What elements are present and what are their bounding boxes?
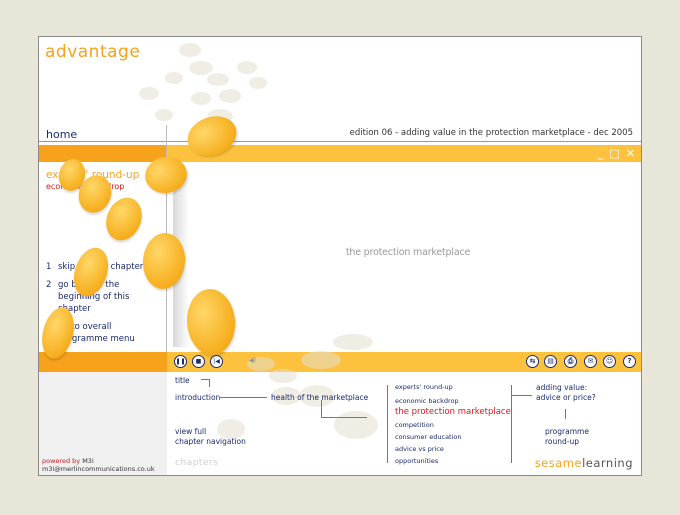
content-title-bar — [167, 145, 641, 162]
decorative-coin — [191, 92, 211, 105]
nav-connector — [209, 379, 210, 387]
pause-button[interactable]: ❚❚ — [174, 355, 187, 368]
view-full-nav-link[interactable]: view full — [175, 427, 206, 436]
help-icon[interactable]: ? — [623, 355, 636, 368]
chapter-advice-vs-price[interactable]: advice vs price — [395, 445, 444, 453]
decorative-coin — [139, 87, 159, 100]
chapter-experts[interactable]: experts' round-up — [395, 383, 453, 391]
nav-connector — [565, 409, 566, 419]
edition-title: edition 06 - adding value in the protect… — [349, 128, 633, 138]
chapter-introduction[interactable]: introduction — [175, 393, 220, 402]
print-icon[interactable]: ⎙ — [564, 355, 577, 368]
chapter-health-marketplace[interactable]: health of the marketplace — [271, 393, 368, 402]
decorative-coin — [165, 72, 183, 84]
chapter-title[interactable]: title — [175, 376, 190, 385]
decorative-coin — [301, 351, 341, 369]
decorative-coin — [269, 369, 297, 383]
minimize-button[interactable]: _ — [598, 147, 604, 160]
home-link[interactable]: home — [46, 128, 77, 141]
decorative-coin — [334, 411, 378, 439]
view-full-nav-link-2[interactable]: chapter navigation — [175, 437, 246, 446]
chapter-adding-value[interactable]: adding value: — [536, 383, 587, 392]
chapters-label: chapters — [175, 458, 219, 468]
chapter-programme-roundup-2[interactable]: round-up — [545, 437, 579, 446]
nav-connector — [219, 397, 267, 398]
email-icon[interactable]: ✉ — [584, 355, 597, 368]
chapter-protection-marketplace[interactable]: the protection marketplace — [395, 407, 511, 417]
contact-email[interactable]: m3i@merlincommunications.co.uk — [42, 465, 155, 473]
nav-connector — [321, 400, 322, 417]
decorative-coin — [247, 357, 275, 371]
nav-connector — [201, 379, 209, 380]
decorative-coin — [189, 61, 213, 75]
stage-heading: the protection marketplace — [345, 247, 471, 258]
app-logo: advantage — [45, 42, 141, 62]
decorative-coin — [333, 334, 373, 350]
decorative-coin — [217, 419, 245, 439]
decorative-coin — [237, 61, 257, 74]
decorative-coin — [207, 73, 229, 86]
window-controls: _ □ ✕ — [598, 147, 635, 160]
nav-connector — [321, 417, 367, 418]
nav-connector — [512, 395, 532, 396]
nav-connector — [387, 385, 388, 463]
decorative-coin — [249, 77, 267, 89]
brand-logo: sesamelearning — [534, 456, 633, 470]
chapter-economic[interactable]: economic backdrop — [395, 397, 459, 405]
decorative-coin — [179, 43, 201, 57]
notes-icon[interactable]: ▤ — [544, 355, 557, 368]
swap-icon[interactable]: ⇆ — [526, 355, 539, 368]
chapter-adding-value-2[interactable]: advice or price? — [536, 393, 596, 402]
close-button[interactable]: ✕ — [626, 147, 635, 160]
sidebar-top-bar — [39, 145, 167, 162]
chapter-competition[interactable]: competition — [395, 421, 434, 429]
chapter-consumer-education[interactable]: consumer education — [395, 433, 462, 441]
nav-connector — [511, 385, 512, 463]
smiley-icon[interactable]: ☺ — [603, 355, 616, 368]
chapter-programme-roundup[interactable]: programme — [545, 427, 589, 436]
stop-button[interactable]: ■ — [192, 355, 205, 368]
decorative-coin — [219, 89, 241, 103]
chapter-opportunities[interactable]: opportunities — [395, 457, 438, 465]
app-frame: advantage home edition 06 - adding value… — [38, 36, 642, 476]
maximize-button[interactable]: □ — [609, 147, 619, 160]
header-divider — [39, 141, 641, 142]
decorative-coin — [155, 109, 173, 121]
rewind-button[interactable]: |◀ — [210, 355, 223, 368]
powered-by: powered by M3i — [42, 457, 94, 465]
